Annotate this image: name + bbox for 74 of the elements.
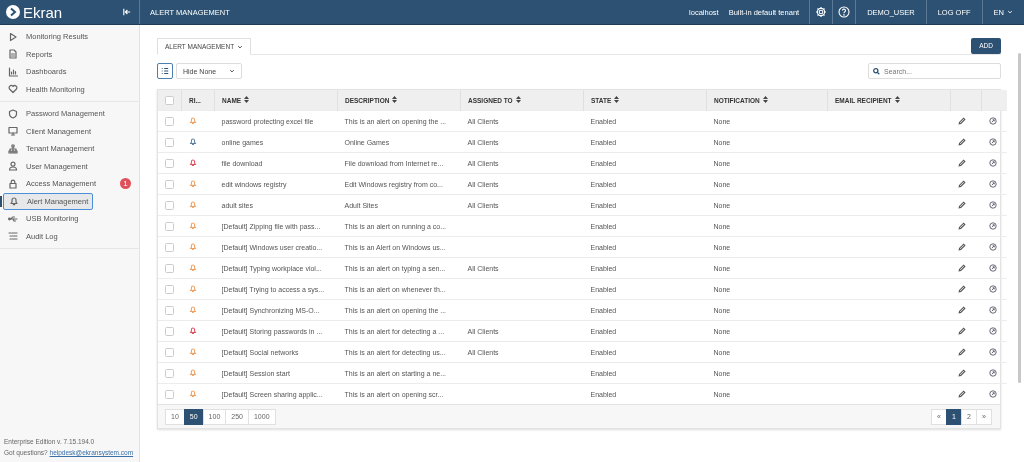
document-icon bbox=[8, 49, 18, 60]
view-icon[interactable] bbox=[988, 389, 997, 398]
view-icon[interactable] bbox=[988, 137, 997, 146]
row-checkbox[interactable] bbox=[165, 116, 174, 126]
sort-icon[interactable] bbox=[894, 96, 900, 103]
help-icon[interactable] bbox=[838, 6, 851, 18]
chevron-icon bbox=[1007, 9, 1013, 15]
row-checkbox[interactable] bbox=[165, 158, 174, 168]
view-icon[interactable] bbox=[988, 347, 997, 356]
sort-icon[interactable] bbox=[614, 96, 620, 103]
chevron-icon bbox=[229, 68, 235, 74]
view-icon[interactable] bbox=[988, 116, 997, 125]
person-icon bbox=[8, 161, 18, 172]
row-checkbox[interactable] bbox=[165, 200, 174, 210]
row-checkbox[interactable] bbox=[165, 368, 174, 378]
edit-icon[interactable] bbox=[957, 347, 966, 356]
view-icon[interactable] bbox=[988, 263, 997, 272]
row-checkbox[interactable] bbox=[165, 179, 174, 189]
shield-icon bbox=[8, 108, 18, 119]
row-checkbox[interactable] bbox=[165, 242, 174, 252]
sort-icon[interactable] bbox=[244, 96, 250, 103]
row-checkbox[interactable] bbox=[165, 137, 174, 147]
view-icon[interactable] bbox=[988, 242, 997, 251]
row-checkbox[interactable] bbox=[165, 263, 174, 273]
select-all-checkbox[interactable] bbox=[165, 95, 174, 105]
sort-icon[interactable] bbox=[762, 96, 768, 103]
edit-icon[interactable] bbox=[957, 263, 966, 272]
chevron-icon bbox=[237, 43, 244, 50]
row-checkbox[interactable] bbox=[165, 347, 174, 357]
view-icon[interactable] bbox=[988, 305, 997, 314]
view-icon[interactable] bbox=[988, 221, 997, 230]
usb-icon bbox=[8, 213, 18, 224]
edit-icon[interactable] bbox=[957, 305, 966, 314]
edit-icon[interactable] bbox=[957, 137, 966, 146]
view-icon[interactable] bbox=[988, 284, 997, 293]
view-icon[interactable] bbox=[988, 326, 997, 335]
sort-icon[interactable] bbox=[392, 96, 398, 103]
view-icon[interactable] bbox=[988, 179, 997, 188]
edit-icon[interactable] bbox=[957, 200, 966, 209]
bar-chart-icon bbox=[8, 66, 18, 77]
view-icon[interactable] bbox=[988, 158, 997, 167]
row-checkbox[interactable] bbox=[165, 305, 174, 315]
row-checkbox[interactable] bbox=[165, 326, 174, 336]
edit-icon[interactable] bbox=[957, 326, 966, 335]
heart-icon bbox=[8, 84, 18, 95]
hierarchy-icon bbox=[8, 143, 18, 154]
edit-icon[interactable] bbox=[957, 158, 966, 167]
logo-icon bbox=[6, 5, 20, 19]
lock-icon bbox=[8, 178, 18, 189]
collapse-icon[interactable] bbox=[123, 8, 131, 16]
play-icon bbox=[8, 31, 18, 42]
monitor-icon bbox=[8, 126, 18, 137]
notification-badge: 1 bbox=[120, 178, 131, 190]
list-icon bbox=[8, 231, 18, 242]
settings-icon[interactable] bbox=[815, 6, 828, 18]
row-checkbox[interactable] bbox=[165, 389, 174, 399]
search-icon bbox=[873, 67, 880, 75]
view-icon[interactable] bbox=[988, 200, 997, 209]
edit-icon[interactable] bbox=[957, 389, 966, 398]
edit-icon[interactable] bbox=[957, 284, 966, 293]
row-checkbox[interactable] bbox=[165, 221, 174, 231]
list-view-button[interactable] bbox=[157, 63, 173, 79]
row-checkbox[interactable] bbox=[165, 284, 174, 294]
logo-text: Ekran bbox=[23, 3, 63, 21]
list-icon bbox=[161, 67, 169, 75]
edit-icon[interactable] bbox=[957, 368, 966, 377]
edit-icon[interactable] bbox=[957, 179, 966, 188]
bell-icon bbox=[9, 196, 19, 207]
edit-icon[interactable] bbox=[957, 221, 966, 230]
sort-icon[interactable] bbox=[515, 96, 521, 103]
view-icon[interactable] bbox=[988, 368, 997, 377]
scrollbar[interactable] bbox=[1018, 53, 1021, 383]
edit-icon[interactable] bbox=[957, 116, 966, 125]
edit-icon[interactable] bbox=[957, 242, 966, 251]
